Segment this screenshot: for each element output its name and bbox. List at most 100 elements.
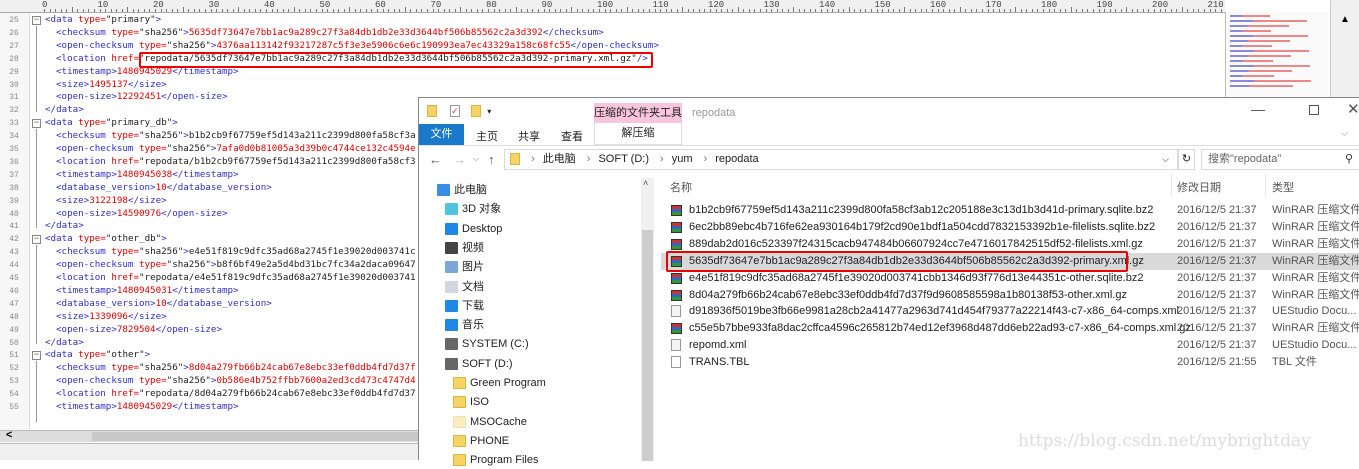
nav-item[interactable]: Desktop [445,220,502,238]
file-type: WinRAR 压缩文件 [1272,220,1359,233]
code-token: type= [105,362,139,374]
code-token: </open-size> [155,323,222,335]
nav-item[interactable]: 3D 对象 [445,200,501,218]
file-row[interactable]: 5635df73647e7bb1ac9a289c27f3a84db1db2e33… [661,250,1359,272]
nav-item[interactable]: SYSTEM (C:) [445,335,529,353]
column-header-name[interactable]: 名称 [670,179,692,195]
folder-icon [453,377,466,390]
fold-toggle-icon[interactable]: − [32,119,41,129]
code-token: 1480945029 [116,401,173,412]
line-number: 30 [9,80,19,90]
file-row[interactable]: c55e5b7bbe933fa8dac2cffca4596c265812b74e… [661,320,1359,337]
fold-toggle-icon[interactable]: − [32,16,41,25]
line-number: 26 [9,28,19,38]
forward-button[interactable]: → [453,152,466,167]
scroll-thumb[interactable] [92,432,418,441]
file-name: TRANS.TBL [689,356,750,369]
code-token: </size> [127,194,167,206]
recent-locations-icon[interactable]: ⌵ [473,154,479,164]
scroll-thumb[interactable] [642,230,653,461]
breadcrumb-this-pc[interactable]: 此电脑 [543,153,576,165]
code-line: <open-checksum type="sha256">0b586e4b752… [56,375,416,388]
properties-icon[interactable]: ✓ [450,105,461,118]
fold-toggle-icon[interactable]: − [32,351,41,361]
address-dropdown-icon[interactable]: ⌵ [1162,150,1169,169]
code-line: <size>3122198</size> [56,195,167,208]
scroll-up-icon[interactable]: ▲ [1340,14,1350,25]
minimap[interactable] [1225,12,1330,102]
file-row[interactable]: TRANS.TBL 2016/12/5 21:55 TBL 文件 [661,354,1359,371]
breadcrumb-repodata[interactable]: repodata [715,153,758,165]
winrar-archive-icon [671,272,682,284]
search-input[interactable]: 搜索"repodata" ⚲ [1201,149,1359,170]
nav-scrollbar[interactable]: ˄ [641,178,654,461]
file-row[interactable]: e4e51f819c9dfc35ad68a2745f1e39020d003741… [661,270,1359,287]
up-button[interactable]: ↑ [488,152,495,167]
file-type: WinRAR 压缩文件 [1272,254,1359,267]
code-token: </database_version> [166,181,272,193]
nav-item[interactable]: ISO [453,393,489,411]
horizontal-scrollbar[interactable]: < [0,429,418,442]
nav-item[interactable]: Green Program [453,374,546,392]
file-name: b1b2cb9f67759ef5d143a211c2399d800fa58cf3… [689,204,1154,216]
tab-share[interactable]: 共享 [518,128,540,144]
file-row[interactable]: 8d04a279fb66b24cab67e8ebc33ef0ddb4fd7d37… [661,287,1359,304]
tab-home[interactable]: 主页 [476,128,498,144]
ribbon-expand-icon[interactable]: ⌵ [1341,128,1348,139]
file-row[interactable]: 6ec2bb89ebc4b716fe62ea930164b179f2cd90e1… [661,219,1359,236]
breadcrumb-yum[interactable]: yum [672,153,693,165]
nav-item[interactable]: 音乐 [445,316,484,334]
scroll-left-button[interactable]: < [6,429,12,441]
code-token: 1339096 [89,310,128,322]
fold-toggle-icon[interactable]: − [32,235,41,245]
file-row[interactable]: d918936f5019be3fb66e9981a28cb2a41477a296… [661,303,1359,320]
file-name: 6ec2bb89ebc4b716fe62ea930164b179f2cd90e1… [689,220,1156,233]
minimize-button[interactable]: — [1251,101,1265,117]
nav-item[interactable]: 下载 [445,297,484,315]
xml-file-icon [671,305,681,318]
nav-item[interactable]: Program Files [453,451,538,469]
back-button[interactable]: ← [429,152,442,167]
refresh-button[interactable]: ↻ [1178,149,1195,170]
scroll-up-icon[interactable]: ˄ [643,178,648,188]
tab-view[interactable]: 查看 [561,128,583,144]
code-token: 14590976 [116,207,162,219]
tab-file[interactable]: 文件 [419,124,464,145]
breadcrumb-soft-d[interactable]: SOFT (D:) [598,153,649,165]
code-line: <open-checksum type="sha256">7afa0d0b810… [56,143,416,156]
close-button[interactable]: ✕ [1347,100,1359,118]
file-type: TBL 文件 [1272,356,1317,369]
tab-extract[interactable]: 解压缩 [594,123,682,145]
line-number: 49 [9,325,19,335]
folder-icon[interactable] [427,105,437,118]
maximize-button[interactable] [1309,105,1319,115]
address-bar[interactable]: › 此电脑 › SOFT (D:) › yum › repodata ⌵ [504,149,1178,170]
code-token: "primary_db" [105,117,173,129]
nav-item[interactable]: 图片 [445,258,484,276]
code-token: </timestamp> [172,284,239,296]
code-token: <location [56,155,106,167]
nav-item[interactable]: 视频 [445,239,484,257]
code-line: </data> [45,104,84,117]
file-row[interactable]: repomd.xml 2016/12/5 21:37 UEStudio Docu..… [661,337,1359,354]
nav-item[interactable]: PHONE [453,432,509,450]
code-token: 7afa0d0b81005a3d39b0c4744ce132c4594e [216,143,416,154]
nav-item[interactable]: SOFT (D:) [445,355,513,373]
nav-item[interactable]: 此电脑 [437,181,487,199]
column-header-type[interactable]: 类型 [1272,179,1294,195]
file-row[interactable]: b1b2cb9f67759ef5d143a211c2399d800fa58cf3… [661,202,1359,219]
code-line: <timestamp>1480945031</timestamp> [56,285,239,298]
column-header-date[interactable]: 修改日期 [1177,179,1221,195]
code-token: </data> [45,336,84,348]
customize-toolbar-icon[interactable]: ▾ [487,107,491,116]
code-token: type= [133,39,167,51]
nav-item[interactable]: MSOCache [453,413,527,431]
vertical-scrollbar[interactable]: ▲ [1330,0,1359,97]
new-folder-icon[interactable] [471,105,482,118]
code-token: 5635df73647e7bb1ac9a289c27f3a84db1db2e33… [188,26,543,38]
desktop-icon [445,222,458,235]
code-token: <size> [56,194,90,206]
nav-item[interactable]: 文档 [445,278,484,296]
nav-item-label: 此电脑 [454,184,487,196]
context-tab-compressed-tools[interactable]: 压缩的文件夹工具 [594,103,682,123]
